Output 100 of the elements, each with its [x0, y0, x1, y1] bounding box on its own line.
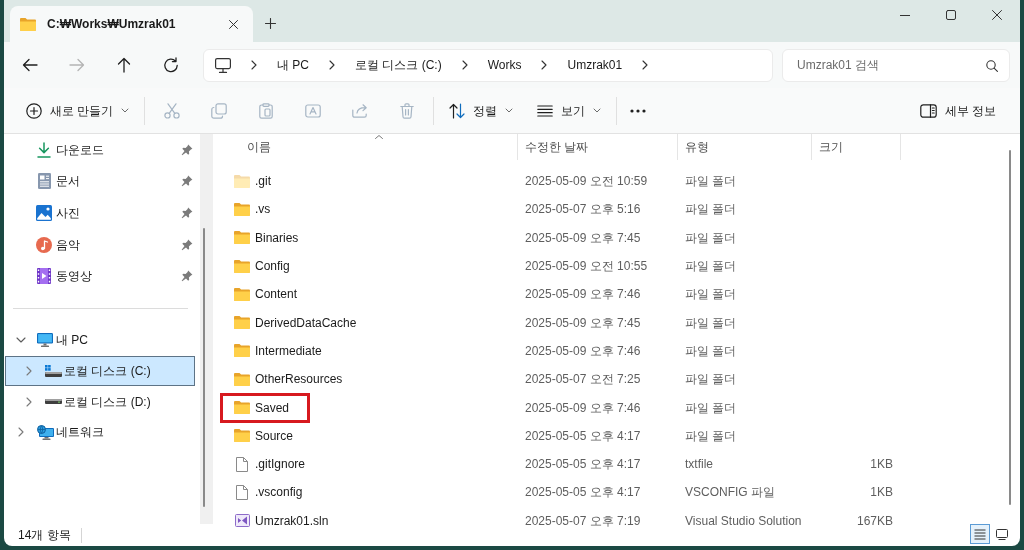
modified-date: 2025-05-09 오전 10:59	[525, 174, 648, 189]
chevron-right-icon[interactable]	[642, 60, 649, 70]
folder-icon	[20, 17, 36, 31]
quick-access-item[interactable]: 다운로드	[4, 134, 200, 166]
file-type: VSCONFIG 파일	[685, 485, 775, 500]
pin-icon[interactable]	[181, 143, 193, 156]
chevron-down-icon[interactable]	[16, 336, 26, 343]
tree-item[interactable]: 네트워크	[5, 417, 195, 448]
details-button[interactable]: 세부 정보	[911, 94, 1004, 127]
breadcrumb[interactable]: 로컬 디스크 (C:)	[355, 56, 442, 74]
scrollbar-thumb[interactable]	[1009, 150, 1011, 505]
lines-icon	[537, 104, 554, 117]
panel-icon	[919, 103, 937, 118]
column-header[interactable]: 유형	[685, 138, 709, 156]
tile-icon	[996, 528, 1008, 540]
file-name[interactable]: Binaries	[255, 228, 299, 247]
close-icon[interactable]	[229, 19, 238, 29]
file-name[interactable]: OtherResources	[255, 370, 343, 389]
pin-icon[interactable]	[181, 175, 193, 188]
search-icon[interactable]	[986, 59, 998, 72]
refresh-icon[interactable]	[163, 57, 179, 73]
pin-icon[interactable]	[181, 238, 193, 251]
chevron-right-icon[interactable]	[461, 60, 468, 70]
breadcrumb[interactable]: 내 PC	[277, 56, 309, 74]
chevron-right-icon[interactable]	[541, 60, 548, 70]
file-type: 파일 폴더	[685, 343, 737, 358]
modified-date: 2025-05-09 오후 7:45	[525, 230, 641, 245]
document-icon	[37, 173, 51, 190]
search-field[interactable]: Umzrak01 검색	[782, 48, 1010, 82]
file-name[interactable]: Config	[255, 257, 290, 276]
modified-date: 2025-05-09 오후 7:46	[525, 400, 641, 415]
file-type: 파일 폴더	[685, 230, 737, 245]
up-arrow-icon[interactable]	[116, 57, 132, 73]
file-name[interactable]: Intermediate	[255, 341, 322, 360]
modified-date: 2025-05-09 오후 7:46	[525, 287, 641, 302]
file-size: 1KB	[870, 485, 893, 500]
file-name[interactable]: .vs	[255, 200, 271, 219]
tree-item[interactable]: 로컬 디스크 (C:)	[5, 355, 195, 386]
modified-date: 2025-05-07 오전 7:25	[525, 372, 641, 387]
maximize-icon[interactable]	[946, 10, 956, 20]
file-type: 파일 폴더	[685, 202, 737, 217]
quick-access-item[interactable]: 사진	[4, 197, 200, 229]
windows-drive-icon	[45, 364, 62, 377]
file-size: 1KB	[870, 457, 893, 472]
file-name[interactable]: .vsconfig	[255, 483, 303, 502]
tab[interactable]: C:₩Works₩Umzrak01	[10, 6, 253, 42]
file-name[interactable]: .git	[255, 172, 271, 191]
file-type: 파일 폴더	[685, 400, 737, 415]
file-type: 파일 폴더	[685, 287, 737, 302]
modified-date: 2025-05-07 오후 7:19	[525, 513, 641, 528]
modified-date: 2025-05-05 오후 4:17	[525, 485, 641, 500]
breadcrumb[interactable]: Umzrak01	[567, 56, 623, 74]
file-name[interactable]: DerivedDataCache	[255, 313, 357, 332]
column-header[interactable]: 수정한 날짜	[525, 138, 589, 156]
computer-icon[interactable]	[215, 57, 231, 73]
address-bar[interactable]: 내 PC 로컬 디스크 (C:) Works Umzrak01	[203, 48, 773, 82]
modified-date: 2025-05-09 오후 7:46	[525, 343, 641, 358]
quick-access-item[interactable]: 문서	[4, 165, 200, 198]
file-name[interactable]: Umzrak01.sln	[255, 511, 329, 530]
file-name[interactable]: .gitIgnore	[255, 455, 306, 474]
drive-icon	[45, 399, 62, 405]
file-name[interactable]: Source	[255, 426, 294, 445]
tree-item[interactable]: 로컬 디스크 (D:)	[5, 386, 195, 417]
tree-item[interactable]: 내 PC	[5, 324, 195, 355]
music-icon	[36, 236, 52, 253]
modified-date: 2025-05-05 오후 4:17	[525, 428, 641, 443]
sort-button[interactable]: 정렬	[441, 94, 522, 127]
more-icon[interactable]	[630, 108, 647, 113]
column-header[interactable]: 이름	[247, 138, 271, 156]
file-type: 파일 폴더	[685, 315, 737, 330]
monitor-icon	[37, 332, 53, 347]
file-name[interactable]: Saved	[255, 398, 290, 417]
network-icon	[37, 424, 54, 440]
plus-circle-icon	[26, 102, 42, 119]
file-type: txtfile	[685, 457, 713, 472]
quick-access-item[interactable]: 음악	[4, 228, 200, 261]
modified-date: 2025-05-07 오후 5:16	[525, 202, 641, 217]
chevron-right-icon[interactable]	[251, 60, 257, 70]
close-icon[interactable]	[992, 10, 1002, 20]
quick-access-item[interactable]: 동영상	[4, 260, 200, 292]
chevron-right-icon[interactable]	[329, 60, 335, 70]
pin-icon[interactable]	[181, 270, 193, 283]
file-type: Visual Studio Solution	[685, 513, 802, 528]
file-name[interactable]: Content	[255, 285, 298, 304]
breadcrumb[interactable]: Works	[487, 56, 522, 74]
item-count: 14개 항목	[18, 527, 71, 544]
modified-date: 2025-05-09 오후 7:45	[525, 315, 641, 330]
plus-icon[interactable]	[265, 17, 276, 29]
file-type: 파일 폴더	[685, 372, 737, 387]
column-header[interactable]: 크기	[819, 138, 843, 156]
minimize-icon[interactable]	[900, 14, 910, 16]
modified-date: 2025-05-09 오전 10:55	[525, 259, 648, 274]
pin-icon[interactable]	[181, 207, 193, 219]
download-icon	[37, 141, 51, 158]
scrollbar-thumb[interactable]	[203, 228, 205, 507]
view-button[interactable]: 보기	[529, 94, 610, 127]
video-icon	[37, 268, 51, 285]
file-type: 파일 폴더	[685, 259, 737, 274]
back-arrow-icon[interactable]	[22, 57, 38, 73]
new-button[interactable]: 새로 만들기	[18, 94, 138, 127]
